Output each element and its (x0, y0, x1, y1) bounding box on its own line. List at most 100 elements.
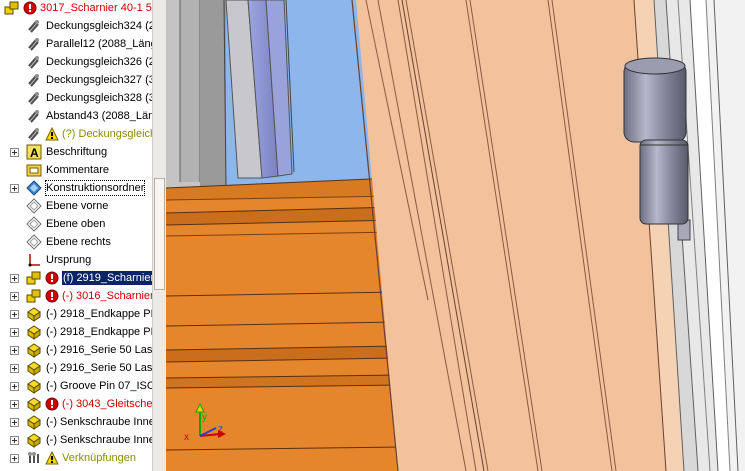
feature-manager-tree[interactable]: 3017_Scharnier 40-1 5 Deckungsgleich324 (… (0, 0, 166, 471)
plane-icon (26, 198, 42, 214)
tree-item[interactable]: (-) 2916_Serie 50 Las (0, 341, 152, 359)
orange-block (166, 177, 403, 471)
tree-item[interactable]: 3017_Scharnier 40-1 5 (0, 0, 152, 17)
tree-item-label: (-) 2918_Endkappe PE (46, 308, 158, 320)
expand-toggle[interactable] (10, 184, 19, 193)
tree-item-label: (-) Groove Pin 07_ISC (46, 380, 155, 392)
mate-icon (26, 126, 42, 142)
part-icon (26, 360, 42, 376)
tree-item[interactable]: Parallel12 (2088_Läng (0, 35, 157, 53)
tree-item[interactable]: Deckungsgleich324 (2 (0, 17, 155, 35)
tree-item-label: Deckungsgleich326 (2 (46, 56, 155, 68)
tree-item[interactable]: (-) 2918_Endkappe PE (0, 305, 158, 323)
tree-item-label: Ebene rechts (46, 236, 111, 248)
tree-item-label: Beschriftung (46, 146, 108, 158)
tree-item-label: Ebene vorne (46, 200, 109, 212)
part-icon (26, 306, 42, 322)
tree-item-label: Konstruktionsordner (44, 180, 146, 196)
tree-scrollbar-thumb[interactable] (154, 178, 165, 290)
window-frame-left (166, 0, 227, 190)
expand-toggle[interactable] (10, 400, 19, 409)
expand-toggle[interactable] (10, 328, 19, 337)
origin-icon (26, 252, 42, 268)
expand-toggle[interactable] (10, 454, 19, 463)
mate-icon (26, 54, 42, 70)
mates-folder-icon (26, 450, 42, 466)
tree-item[interactable]: (-) 2918_Endkappe PE (0, 323, 158, 341)
tree-item[interactable]: Konstruktionsordner (0, 179, 152, 197)
error-icon (45, 289, 59, 303)
tree-item-label: (-) Senkschraube Inne (46, 416, 155, 428)
tree-item[interactable]: Ebene rechts (0, 233, 152, 251)
tree-item-label: (f) 2919_Scharnier (60, 270, 157, 286)
tree-item[interactable]: (-) Senkschraube Inne (0, 431, 155, 449)
triad-y-label: y (202, 412, 207, 423)
tree-item[interactable]: (-) 3016_Scharnier (0, 287, 154, 305)
tree-item[interactable]: (?) Deckungsgleich (0, 125, 156, 143)
tree-item-label: (-) Senkschraube Inne (46, 434, 155, 446)
tree-item[interactable]: Deckungsgleich328 (3 (0, 89, 155, 107)
tree-item[interactable]: Ursprung (0, 251, 152, 269)
error-icon (45, 397, 59, 411)
part-icon (26, 432, 42, 448)
tree-item[interactable]: Deckungsgleich326 (2 (0, 53, 155, 71)
assembly-icon (4, 0, 20, 16)
tree-item-label: (?) Deckungsgleich (62, 128, 157, 140)
aluminium-profile (225, 0, 295, 179)
warning-icon (45, 450, 59, 465)
error-icon (45, 271, 59, 285)
assembly-icon (26, 270, 42, 286)
plane-icon (26, 234, 42, 250)
graphics-viewport[interactable]: z y x (166, 0, 745, 471)
part-icon (26, 342, 42, 358)
tree-item-label: Deckungsgleich328 (3 (46, 92, 155, 104)
part-icon (26, 396, 42, 412)
tree-item-label: 3017_Scharnier 40-1 5 (40, 2, 152, 14)
tree-item[interactable]: Ebene oben (0, 215, 152, 233)
mate-icon (26, 72, 42, 88)
expand-toggle[interactable] (10, 310, 19, 319)
tree-item-label: (-) 2918_Endkappe PE (46, 326, 158, 338)
tree-item[interactable]: A Beschriftung (0, 143, 152, 161)
triad-x-label: x (184, 432, 189, 443)
error-icon (23, 1, 37, 15)
tree-item[interactable]: Kommentare (0, 161, 152, 179)
tree-item[interactable]: (-) Groove Pin 07_ISC (0, 377, 155, 395)
tree-item-label: (-) 3043_Gleitsche (62, 398, 153, 410)
tree-item[interactable]: Verknüpfungen (0, 449, 152, 467)
tree-item-label: (-) 2916_Serie 50 Las (46, 362, 153, 374)
tree-item[interactable]: (-) 3043_Gleitsche (0, 395, 153, 413)
expand-toggle[interactable] (10, 346, 19, 355)
design-binder-icon (26, 180, 42, 196)
tree-item[interactable]: (f) 2919_Scharnier (0, 269, 157, 287)
mate-icon (26, 18, 42, 34)
expand-toggle[interactable] (10, 382, 19, 391)
tree-item[interactable]: Ebene vorne (0, 197, 152, 215)
expand-toggle[interactable] (10, 436, 19, 445)
tree-item-label: Deckungsgleich327 (3 (46, 74, 155, 86)
tree-item[interactable]: Abstand43 (2088_Läng (0, 107, 160, 125)
tree-item-label: Abstand43 (2088_Läng (46, 110, 161, 122)
expand-toggle[interactable] (10, 274, 19, 283)
tree-item[interactable]: (-) Senkschraube Inne (0, 413, 155, 431)
comments-folder-icon (26, 162, 42, 178)
expand-toggle[interactable] (10, 292, 19, 301)
tree-item-label: (-) 3016_Scharnier (62, 290, 154, 302)
expand-toggle[interactable] (10, 148, 19, 157)
tree-item[interactable]: Deckungsgleich327 (3 (0, 71, 155, 89)
annotation-icon: A (26, 144, 42, 160)
tree-item[interactable]: (-) 2916_Serie 50 Las (0, 359, 152, 377)
part-icon (26, 414, 42, 430)
part-icon (26, 324, 42, 340)
tree-item-label: Ebene oben (46, 218, 106, 230)
warning-icon (45, 126, 59, 141)
tree-scrollbar[interactable] (152, 0, 166, 471)
expand-toggle[interactable] (10, 418, 19, 427)
tree-item-label: Parallel12 (2088_Läng (46, 38, 157, 50)
part-icon (26, 378, 42, 394)
assembly-icon (26, 288, 42, 304)
tree-item-label: Kommentare (46, 164, 109, 176)
svg-text:A: A (30, 146, 39, 160)
tree-item-label: (-) 2916_Serie 50 Las (46, 344, 153, 356)
expand-toggle[interactable] (10, 364, 19, 373)
